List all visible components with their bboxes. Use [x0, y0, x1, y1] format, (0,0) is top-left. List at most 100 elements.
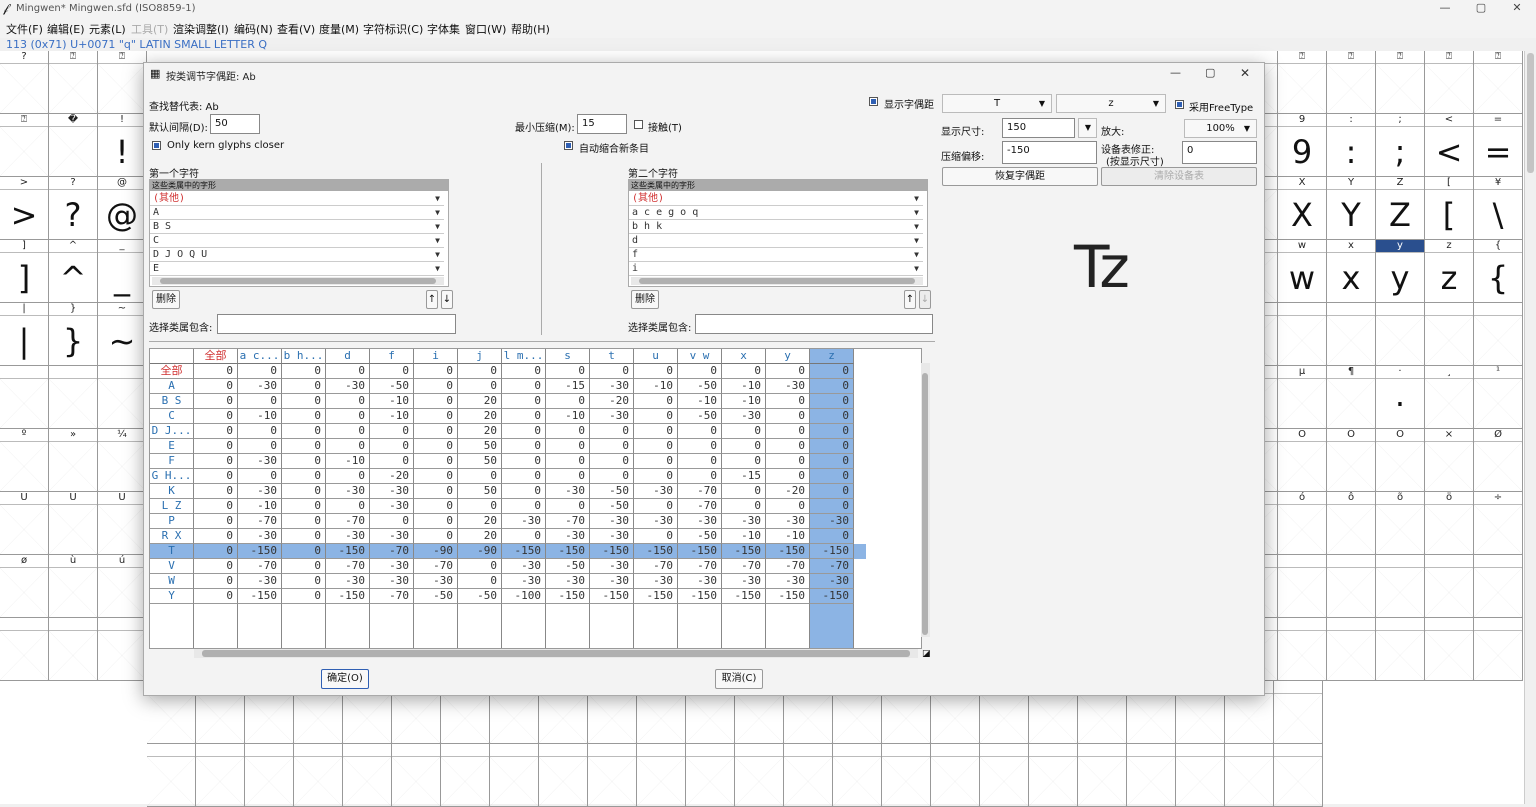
kern-value-cell[interactable]: 0 [810, 379, 854, 394]
kern-value-cell[interactable]: 0 [502, 499, 546, 514]
kern-value-cell[interactable]: 20 [458, 409, 502, 424]
kern-value-cell[interactable]: 0 [502, 469, 546, 484]
kern-value-cell[interactable]: -150 [326, 589, 370, 604]
kern-value-cell[interactable]: 0 [810, 424, 854, 439]
kern-value-cell[interactable]: 0 [502, 439, 546, 454]
glyph-cell[interactable]: Ú [49, 492, 98, 555]
kern-value-cell[interactable]: 0 [194, 439, 238, 454]
glyph-cell[interactable]: ww [1278, 240, 1327, 303]
glyph-cell[interactable]: Ø [1474, 429, 1523, 492]
kern-value-cell[interactable]: 0 [282, 529, 326, 544]
glyph-cell[interactable] [294, 744, 343, 807]
glyph-cell[interactable]: 99 [1278, 114, 1327, 177]
kern-value-cell[interactable]: -30 [634, 484, 678, 499]
kern-value-cell[interactable]: -15 [722, 469, 766, 484]
kern-value-cell[interactable]: 0 [282, 559, 326, 574]
kern-value-cell[interactable]: 0 [458, 499, 502, 514]
kern-value-cell[interactable]: -30 [370, 559, 414, 574]
glyph-cell[interactable]: yy [1376, 240, 1425, 303]
column-header[interactable]: u [634, 349, 678, 364]
kern-value-cell[interactable]: -70 [326, 559, 370, 574]
glyph-cell[interactable]: ¸ [1425, 366, 1474, 429]
first-class-row[interactable]: D J O Q U ▼ [150, 248, 444, 262]
kern-value-cell[interactable]: -70 [238, 514, 282, 529]
glyph-cell[interactable]: ⍰ [0, 114, 49, 177]
kern-value-cell[interactable]: -10 [326, 454, 370, 469]
row-header[interactable]: A [150, 379, 194, 394]
glyph-cell[interactable]: YY [1327, 177, 1376, 240]
glyph-cell[interactable]: !! [98, 114, 147, 177]
kern-value-cell[interactable]: -30 [590, 529, 634, 544]
kern-value-cell[interactable]: -10 [238, 499, 282, 514]
kern-value-cell[interactable]: -30 [326, 379, 370, 394]
default-spacing-input[interactable]: 50 [210, 114, 260, 134]
kern-value-cell[interactable]: -30 [326, 484, 370, 499]
kern-value-cell[interactable]: -30 [678, 514, 722, 529]
kern-value-cell[interactable]: 20 [458, 529, 502, 544]
auto-kern-checkbox[interactable] [564, 141, 573, 150]
column-header[interactable]: a c... [238, 349, 282, 364]
close-button[interactable]: ✕ [1502, 1, 1532, 17]
glyph-cell[interactable]: ? [0, 51, 49, 114]
menu-window[interactable]: 窗口(W) [465, 21, 506, 37]
kern-value-cell[interactable]: -30 [238, 379, 282, 394]
clear-device-table-button[interactable]: 清除设备表 [1101, 167, 1257, 186]
glyph-cell[interactable] [1327, 555, 1376, 618]
kern-value-cell[interactable]: -150 [722, 589, 766, 604]
kern-value-cell[interactable]: -30 [766, 514, 810, 529]
second-class-row[interactable]: a c e g o q ▼ [629, 206, 923, 220]
first-class-row[interactable]: E ▼ [150, 262, 444, 276]
kern-value-cell[interactable]: -50 [678, 409, 722, 424]
magnify-select[interactable]: 100% ▼ [1184, 119, 1257, 138]
kern-value-cell[interactable]: -150 [634, 589, 678, 604]
freetype-checkbox[interactable] [1175, 100, 1184, 109]
chevron-down-icon[interactable]: ▼ [914, 220, 919, 233]
glyph-cell[interactable] [1376, 303, 1425, 366]
column-header[interactable]: z [810, 349, 854, 364]
glyph-cell[interactable] [343, 744, 392, 807]
row-header[interactable]: E [150, 439, 194, 454]
second-class-hscroll-thumb[interactable] [639, 278, 915, 284]
second-select-class-input[interactable] [695, 314, 933, 334]
kern-value-cell[interactable]: -30 [326, 529, 370, 544]
kern-value-cell[interactable]: -150 [546, 544, 590, 559]
kern-value-cell[interactable]: 0 [546, 424, 590, 439]
kern-value-cell[interactable]: -10 [678, 394, 722, 409]
kern-value-cell[interactable]: -70 [766, 559, 810, 574]
glyph-cell[interactable] [784, 744, 833, 807]
glyph-cell[interactable]: ;; [1376, 114, 1425, 177]
kern-value-cell[interactable]: -30 [546, 529, 590, 544]
kern-value-cell[interactable]: 0 [414, 424, 458, 439]
kern-value-cell[interactable]: 0 [282, 409, 326, 424]
kern-value-cell[interactable]: -50 [590, 484, 634, 499]
kern-value-cell[interactable]: 0 [194, 559, 238, 574]
kern-value-cell[interactable]: -30 [370, 574, 414, 589]
glyph-cell[interactable]: _ _ [98, 240, 147, 303]
column-header[interactable]: v w [678, 349, 722, 364]
kern-value-cell[interactable]: 0 [722, 484, 766, 499]
first-class-row[interactable]: C ▼ [150, 234, 444, 248]
kern-value-cell[interactable]: 0 [194, 409, 238, 424]
chevron-down-icon[interactable]: ▼ [914, 206, 919, 219]
kern-value-cell[interactable]: 0 [282, 499, 326, 514]
glyph-cell[interactable]: Ù [0, 492, 49, 555]
first-class-list[interactable]: 这些类属中的字形 (其他) ▼ A ▼ B S ▼ C ▼ D J O Q U ▼ E ▼ [149, 179, 449, 287]
kern-value-cell[interactable]: 0 [282, 364, 326, 379]
kern-value-cell[interactable]: 0 [282, 514, 326, 529]
glyph-cell[interactable]: µ [1278, 366, 1327, 429]
second-class-list[interactable]: 这些类属中的字形 (其他) ▼ a c e g o q ▼ b h k ▼ d ▼ f ▼… [628, 179, 928, 287]
glyph-cell[interactable] [0, 618, 49, 681]
first-class-hscroll[interactable] [152, 277, 444, 285]
kern-value-cell[interactable]: 0 [458, 364, 502, 379]
kern-value-cell[interactable]: -30 [502, 514, 546, 529]
table-corner-cell[interactable] [150, 349, 194, 364]
kern-value-cell[interactable]: -30 [238, 574, 282, 589]
kern-value-cell[interactable]: -10 [634, 379, 678, 394]
kern-value-cell[interactable]: 0 [282, 394, 326, 409]
kern-value-cell[interactable]: -150 [766, 589, 810, 604]
kern-value-cell[interactable]: -30 [370, 529, 414, 544]
glyph-cell[interactable]: @ @ [98, 177, 147, 240]
kern-value-cell[interactable]: 0 [414, 409, 458, 424]
kern-value-cell[interactable]: 0 [414, 379, 458, 394]
kern-value-cell[interactable]: 0 [194, 394, 238, 409]
